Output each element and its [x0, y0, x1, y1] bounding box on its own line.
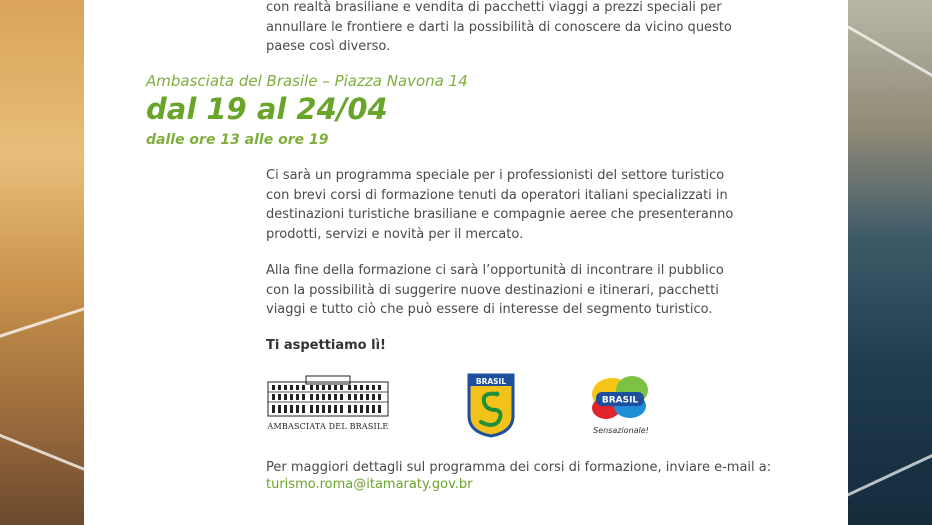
intro-paragraph: con realtà brasiliane e vendita di pacch… — [266, 0, 732, 54]
background-beach-photo — [0, 0, 108, 525]
shield-label: BRASIL — [476, 377, 506, 386]
meeting-paragraph: Alla fine della formazione ci sarà l’opp… — [266, 263, 724, 317]
event-dates: dal 19 al 24/04 — [146, 92, 388, 126]
contact-email-link[interactable]: turismo.roma@itamaraty.gov.br — [266, 477, 473, 492]
background-sea-photo — [833, 0, 932, 525]
brasil-sensational-logo: BRASIL Sensazionale! — [586, 372, 656, 438]
brasil-brand-icon: BRASIL — [592, 376, 648, 419]
program-paragraph: Ci sarà un programma speciale per i prof… — [266, 168, 734, 242]
brand-label: BRASIL — [602, 396, 639, 406]
embassy-building-icon — [267, 375, 389, 417]
brand-tagline: Sensazionale! — [593, 426, 649, 435]
contact-text: Per maggiori dettagli sul programma dei … — [266, 460, 772, 475]
event-location: Ambasciata del Brasile – Piazza Navona 1… — [146, 72, 468, 90]
background-wave-line — [833, 440, 932, 503]
embassy-caption: AMBASCIATA DEL BRASILE — [267, 422, 389, 431]
event-hours: dalle ore 13 alle ore 19 — [146, 132, 329, 148]
cta-text: Ti aspettiamo lì! — [266, 338, 386, 353]
shield-icon: BRASIL — [467, 373, 515, 438]
content-card: con realtà brasiliane e vendita di pacch… — [84, 0, 848, 518]
background-wave-line — [846, 25, 932, 98]
brasil-shield-logo: BRASIL — [466, 372, 516, 438]
embassy-logo: AMBASCIATA DEL BRASILE — [266, 374, 390, 436]
